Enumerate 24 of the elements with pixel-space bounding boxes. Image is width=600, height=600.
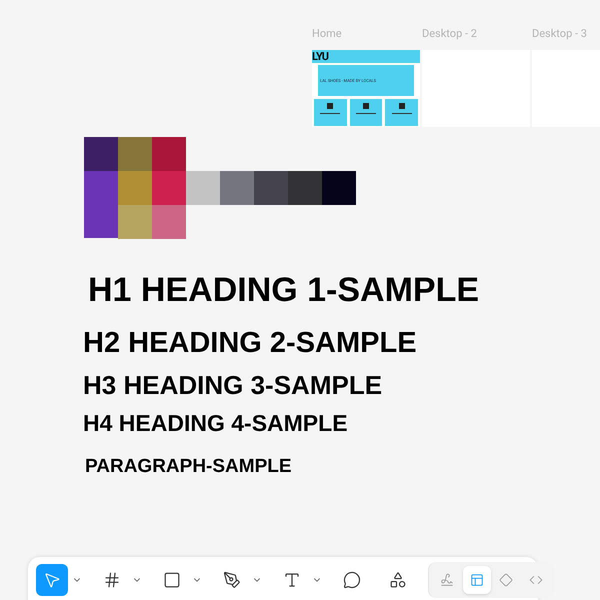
heading-sample: H2 HEADING 2-SAMPLE — [83, 329, 417, 358]
square-icon — [163, 571, 181, 589]
mode-button[interactable] — [462, 566, 490, 594]
product-card — [385, 99, 418, 126]
frame-label[interactable]: Desktop - 3 — [532, 27, 600, 41]
cursor-icon — [43, 571, 61, 589]
frame-label[interactable]: Desktop - 2 — [422, 27, 530, 41]
paragraph-sample: PARAGRAPH-SAMPLE — [85, 457, 292, 476]
diamond-icon — [499, 573, 514, 587]
frame-label[interactable]: Home — [312, 27, 420, 41]
product-card — [350, 99, 382, 126]
logo: LYU — [312, 51, 328, 62]
hash-icon — [103, 571, 121, 589]
text-icon — [283, 571, 301, 589]
product-card — [314, 99, 347, 126]
code-icon — [529, 573, 544, 587]
layout-icon — [470, 573, 484, 587]
scribble-icon — [440, 573, 454, 587]
speech-bubble-icon — [343, 571, 361, 589]
shapes-icon — [389, 571, 407, 589]
heading-sample: H3 HEADING 3-SAMPLE — [83, 372, 382, 398]
heading-sample: H1 HEADING 1-SAMPLE — [88, 273, 480, 307]
pen-icon — [223, 571, 241, 589]
heading-sample: H4 HEADING 4-SAMPLE — [83, 412, 348, 435]
